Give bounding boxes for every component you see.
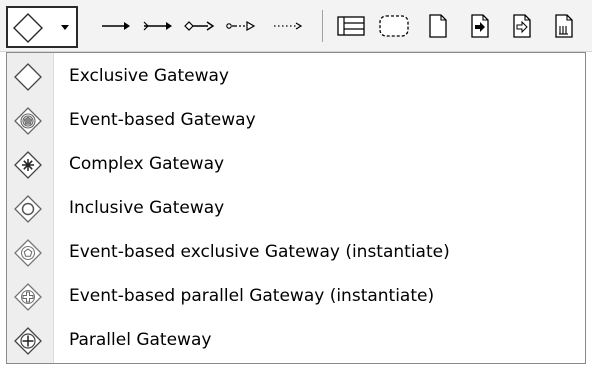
menu-item-label: Event-based Gateway [69, 110, 256, 130]
toolbar-separator [322, 10, 323, 42]
event-based-parallel-gateway-icon [12, 281, 44, 313]
menu-item-inclusive-gateway[interactable]: Inclusive Gateway [7, 187, 585, 231]
data-output-button[interactable] [508, 8, 536, 44]
message-flow-icon [143, 21, 172, 31]
event-based-exclusive-gateway-icon [12, 237, 44, 269]
data-object-button[interactable] [424, 8, 452, 44]
exclusive-gateway-icon [12, 61, 44, 93]
menu-item-label: Parallel Gateway [69, 330, 212, 350]
menu-item-parallel-gateway[interactable]: Parallel Gateway [7, 319, 585, 363]
directed-association-button[interactable] [224, 8, 260, 44]
gateway-type-menu: Exclusive Gateway Event-based Gateway Co… [6, 52, 586, 364]
data-input-button[interactable] [466, 8, 494, 44]
sequence-flow-icon [102, 22, 130, 30]
message-flow-button[interactable] [140, 8, 174, 44]
sequence-flow-button[interactable] [98, 8, 132, 44]
parallel-gateway-icon [12, 325, 44, 357]
gateway-type-dropdown[interactable] [6, 6, 78, 48]
association-button[interactable] [182, 8, 216, 44]
dotted-association-icon [274, 22, 303, 30]
pool-lane-button[interactable] [334, 8, 368, 44]
group-button[interactable] [376, 8, 412, 44]
data-input-icon [471, 14, 489, 38]
menu-item-label: Inclusive Gateway [69, 198, 225, 218]
complex-gateway-icon [12, 149, 44, 181]
menu-item-event-based-exclusive-gateway[interactable]: Event-based exclusive Gateway (instantia… [7, 231, 585, 275]
event-based-gateway-icon [12, 105, 44, 137]
menu-item-event-based-gateway[interactable]: Event-based Gateway [7, 99, 585, 143]
dotted-association-button[interactable] [270, 8, 306, 44]
toolbar [0, 0, 592, 52]
pool-lane-icon [337, 16, 365, 36]
menu-item-event-based-parallel-gateway[interactable]: Event-based parallel Gateway (instantiat… [7, 275, 585, 319]
data-store-button[interactable] [550, 8, 578, 44]
menu-item-label: Event-based parallel Gateway (instantiat… [69, 286, 435, 306]
data-store-icon [555, 14, 573, 38]
menu-item-label: Complex Gateway [69, 154, 225, 174]
association-icon [184, 21, 215, 31]
data-output-icon [513, 14, 531, 38]
inclusive-gateway-icon [12, 193, 44, 225]
data-object-icon [429, 14, 447, 38]
group-icon [379, 15, 409, 37]
menu-item-exclusive-gateway[interactable]: Exclusive Gateway [7, 55, 585, 99]
dropdown-arrow-icon[interactable] [61, 25, 69, 30]
menu-item-label: Exclusive Gateway [69, 66, 229, 86]
directed-association-icon [226, 20, 256, 32]
menu-item-label: Event-based exclusive Gateway (instantia… [69, 242, 450, 262]
diamond-gateway-icon [13, 13, 43, 43]
menu-item-complex-gateway[interactable]: Complex Gateway [7, 143, 585, 187]
